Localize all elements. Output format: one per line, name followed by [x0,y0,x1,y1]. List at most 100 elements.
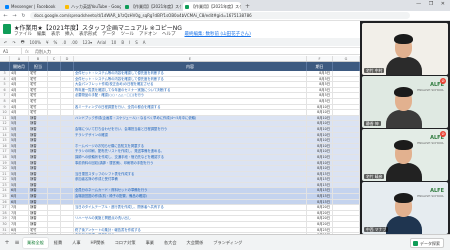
cell-start-month[interactable]: 7月 [10,210,29,216]
row-number[interactable]: 12 [0,121,10,126]
cell-owner[interactable]: 静香 [29,138,48,143]
cell-empty[interactable] [61,222,74,227]
column-letter[interactable]: F [307,56,333,61]
cell-start-month[interactable]: 5月 [10,115,29,121]
column-letter[interactable]: G [333,56,360,61]
cell-owner[interactable]: 静香 [29,149,48,154]
cell-due-date[interactable]: 8月10日 [307,149,333,154]
row-number[interactable]: 6 [0,87,10,93]
table-header-cell[interactable]: 担当 [29,62,48,71]
cell-owner[interactable]: 宅竹 [29,110,48,115]
cell-due-date[interactable]: 8月20日 [307,205,333,210]
cell-content[interactable]: チラシの印刷、配布先リストを作成し、発送準備を進める。 [74,149,307,154]
browser-tab[interactable]: Messenger | Facebook [3,2,61,11]
row-number[interactable]: 27 [0,205,10,210]
cell-content[interactable]: チラシデザインの確認 [74,132,307,138]
cell-empty[interactable] [61,121,74,126]
cell-due-date[interactable]: 8月15日 [307,188,333,194]
table-header-cell[interactable]: 期日 [307,62,333,71]
toolbar-button[interactable]: I [129,40,130,45]
cell-due-date[interactable]: 8月5日 [307,71,333,76]
row-number[interactable]: 21 [0,171,10,177]
row-number[interactable]: 5 [0,82,10,87]
cell-owner[interactable]: 静香 [29,166,48,171]
explore-button[interactable]: データ探索 [410,238,444,248]
cell-empty[interactable] [61,93,74,98]
cell-owner[interactable]: 静香 [29,188,48,194]
cell-empty[interactable] [48,166,61,171]
new-tab-button[interactable]: + [243,2,250,11]
table-header-cell[interactable] [48,62,61,71]
cell-start-month[interactable]: 5月 [10,126,29,132]
cell-owner[interactable]: 静香 [29,115,48,121]
participant-tile[interactable]: ALFE ENGLISH SCHOOL ⊘ 宅竹 晴彦 [362,129,448,181]
cell-owner[interactable]: 宅竹 [29,71,48,76]
sheet-tab[interactable]: ブランディング [209,238,246,248]
cell-owner[interactable]: 宅竹 [29,98,48,104]
row-number[interactable]: 9 [0,104,10,110]
cell-empty[interactable] [333,199,360,205]
cell-owner[interactable]: 静香 [29,222,48,227]
toolbar-button[interactable]: .00 [71,40,77,45]
cell-empty[interactable] [333,149,360,154]
cell-content[interactable]: 全件セット・システム等の内容を確認して優先度を判断する [74,76,307,82]
cell-empty[interactable] [48,227,61,233]
cell-start-month[interactable]: 6月 [10,199,29,205]
cell-owner[interactable]: 静香 [29,143,48,149]
cell-start-month[interactable]: 7月 [10,216,29,222]
cell-empty[interactable] [48,199,61,205]
forward-icon[interactable]: → [12,13,17,19]
cell-content[interactable]: 参加者名簿の作成と受付準備 [74,177,307,182]
cell-empty[interactable] [333,171,360,177]
cell-empty[interactable] [48,205,61,210]
cell-start-month[interactable]: 7月 [10,205,29,210]
cell-empty[interactable] [333,115,360,121]
cell-start-month[interactable]: 5月 [10,143,29,149]
cell-empty[interactable] [61,160,74,166]
toolbar-button[interactable]: ↷ [12,40,15,45]
cell-empty[interactable] [61,115,74,121]
column-letter[interactable]: C [48,56,61,61]
sheet-tab[interactable]: 事業 [142,238,158,248]
cell-start-month[interactable]: 4月 [10,98,29,104]
sheet-tab[interactable]: 業務全般 [23,237,48,248]
toolbar-button[interactable]: B [121,40,124,45]
cell-owner[interactable]: 静香 [29,171,48,177]
cell-content[interactable] [74,182,307,188]
sheet-tab[interactable]: 人事 [68,238,84,248]
cell-empty[interactable] [333,132,360,138]
cell-due-date[interactable]: 8月10日 [307,115,333,121]
cell-empty[interactable] [61,210,74,216]
back-icon[interactable]: ← [3,13,8,19]
cell-owner[interactable]: 静香 [29,182,48,188]
formula-input[interactable]: 月別入力 [32,48,51,54]
cell-empty[interactable] [333,182,360,188]
cell-content[interactable] [74,98,307,104]
cell-content[interactable] [74,222,307,227]
cell-start-month[interactable]: 4月 [10,87,29,93]
cell-empty[interactable] [333,188,360,194]
column-letter[interactable] [0,56,10,61]
cell-content[interactable] [74,166,307,171]
cell-empty[interactable] [48,138,61,143]
row-number[interactable]: 11 [0,115,10,121]
cell-content[interactable]: 昨年度一覧表を確認して今年度のセミナー実施について判断する [74,87,307,93]
cell-due-date[interactable]: 8月15日 [307,194,333,199]
cell-empty[interactable] [333,82,360,87]
cell-start-month[interactable]: 5月 [10,160,29,166]
cell-due-date[interactable]: 8月20日 [307,210,333,216]
participant-tile[interactable]: ALFE ENGLISH SCHOOL ⊘ 静香 伸 [362,76,448,128]
cell-due-date[interactable]: 8月5日 [307,76,333,82]
cell-start-month[interactable]: 7月 [10,222,29,227]
cell-content[interactable]: 会場設営図の作成(机・椅子の配置、備品の確認) [74,194,307,199]
cell-due-date[interactable]: 8月25日 [307,227,333,233]
cell-due-date[interactable]: 8月5日 [307,98,333,104]
sheet-tab[interactable]: 大会関係 [183,238,208,248]
table-header-cell[interactable]: 開始月 [10,62,29,71]
sheet-tab[interactable]: HP関係 [87,238,109,248]
cell-owner[interactable]: 静香 [29,216,48,222]
cell-content[interactable]: ホームページのお知らせ欄に告知文を掲載する [74,143,307,149]
cell-empty[interactable] [61,104,74,110]
row-number[interactable]: 29 [0,216,10,222]
cell-empty[interactable] [61,138,74,143]
